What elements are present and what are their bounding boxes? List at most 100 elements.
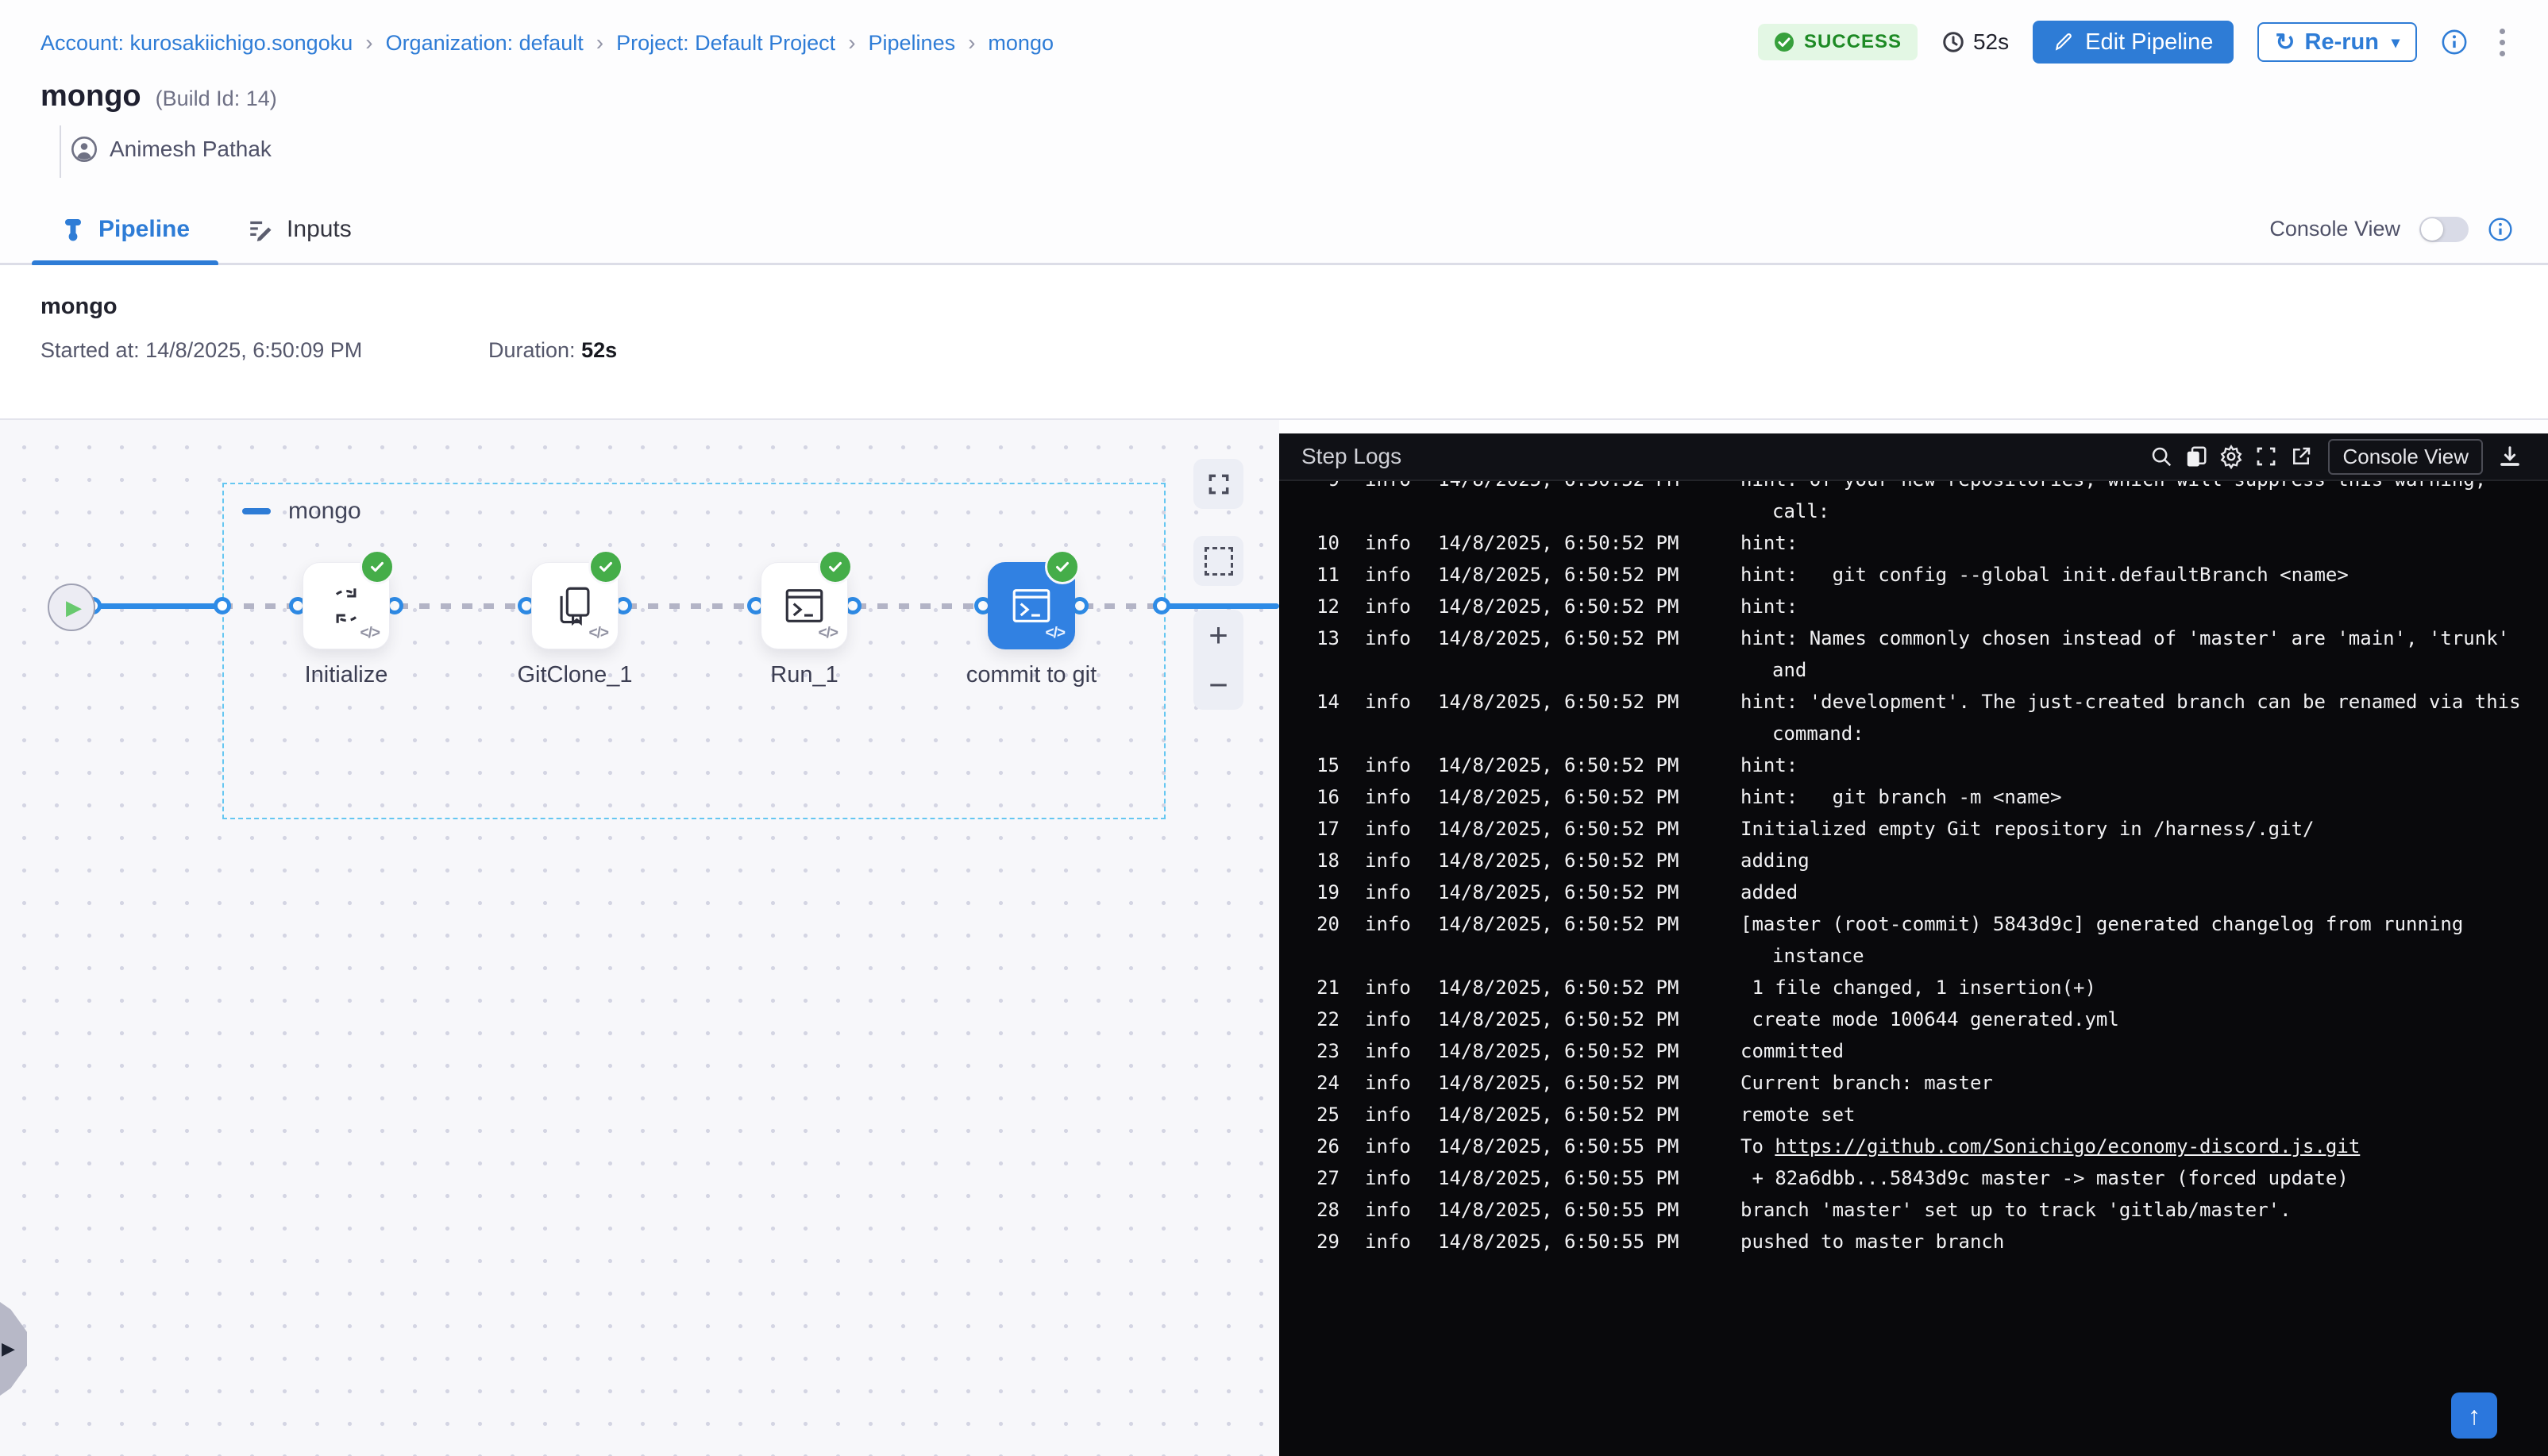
log-level: info (1365, 1162, 1413, 1194)
zoom-in-button[interactable]: + (1193, 610, 1243, 660)
console-view-toggle[interactable] (2419, 217, 2469, 242)
log-line-number: 23 (1311, 1035, 1340, 1067)
log-level: info (1365, 527, 1413, 559)
console-view-button[interactable]: Console View (2328, 439, 2483, 475)
console-view-info-icon[interactable] (2488, 217, 2513, 242)
log-timestamp: 14/8/2025, 6:50:52 PM (1438, 908, 1700, 940)
log-row: 13info14/8/2025, 6:50:52 PMhint: Names c… (1279, 622, 2548, 654)
breadcrumb-item[interactable]: mongo (988, 31, 1054, 56)
author-name: Animesh Pathak (110, 137, 272, 162)
log-line-number: 16 (1311, 781, 1340, 813)
more-menu-icon[interactable] (2492, 25, 2513, 60)
log-timestamp: 14/8/2025, 6:50:55 PM (1438, 1226, 1700, 1258)
breadcrumb-item[interactable]: Organization: default (386, 31, 584, 56)
step-success-icon (588, 549, 623, 584)
code-icon: </> (589, 625, 608, 642)
pipeline-start-node[interactable]: ▶ (48, 584, 95, 631)
tab-bar: Pipeline Inputs Console View (0, 195, 2548, 265)
step-run_1[interactable]: </>Run_1 (761, 562, 848, 649)
left-drawer-handle[interactable]: ▶ (0, 1302, 27, 1396)
log-row: 15info14/8/2025, 6:50:52 PMhint: (1279, 749, 2548, 781)
stage-name: mongo (40, 294, 118, 320)
connector-node-dot (214, 597, 231, 614)
canvas-zoom-controls: + − (1193, 610, 1243, 710)
breadcrumb-separator: › (848, 30, 855, 56)
clock-icon (1941, 30, 1965, 54)
connector-line (856, 603, 983, 609)
breadcrumb-item[interactable]: Project: Default Project (616, 31, 835, 56)
log-message: Current branch: master (1740, 1067, 1993, 1099)
log-row: 28info14/8/2025, 6:50:55 PMbranch 'maste… (1279, 1194, 2548, 1226)
log-message: hint: (1740, 749, 1798, 781)
log-output[interactable]: 9info14/8/2025, 6:50:52 PMhint: of your … (1279, 481, 2548, 1456)
breadcrumb-item[interactable]: Pipelines (869, 31, 956, 56)
log-level: info (1365, 559, 1413, 591)
log-row: 27info14/8/2025, 6:50:55 PM + 82a6dbb...… (1279, 1162, 2548, 1194)
connector-line (626, 603, 756, 609)
rerun-button[interactable]: ↻ Re-run ▾ (2257, 22, 2417, 62)
log-level: info (1365, 876, 1413, 908)
log-timestamp: 14/8/2025, 6:50:52 PM (1438, 813, 1700, 845)
log-line-number: 22 (1311, 1003, 1340, 1035)
log-level: info (1365, 972, 1413, 1003)
canvas-marquee-select-button[interactable] (1193, 536, 1243, 586)
log-level: info (1365, 1035, 1413, 1067)
connector-line (93, 603, 222, 609)
log-repo-link[interactable]: https://github.com/Sonichigo/economy-dis… (1775, 1135, 2360, 1157)
header-actions: SUCCESS 52s Edit Pipeline ↻ Re-run ▾ (1758, 21, 2513, 64)
step-gitclone_1[interactable]: </>GitClone_1 (531, 562, 619, 649)
step-success-icon (360, 549, 395, 584)
canvas-fullscreen-button[interactable] (1193, 459, 1243, 509)
stage-collapse-control[interactable]: mongo (242, 498, 361, 525)
console-view-label: Console View (2269, 217, 2400, 241)
copy-logs-icon[interactable] (2179, 439, 2214, 474)
log-line-number: 26 (1311, 1131, 1340, 1162)
log-line-number: 11 (1311, 559, 1340, 591)
log-timestamp: 14/8/2025, 6:50:52 PM (1438, 1099, 1700, 1131)
step-initialize[interactable]: </>Initialize (303, 562, 390, 649)
git-clone-icon (552, 583, 598, 629)
step-commit-to-git[interactable]: </>commit to git (988, 562, 1075, 649)
zoom-out-button[interactable]: − (1193, 660, 1243, 710)
user-avatar-icon (71, 137, 97, 162)
open-external-icon[interactable] (2284, 439, 2319, 474)
log-timestamp: 14/8/2025, 6:50:55 PM (1438, 1194, 1700, 1226)
log-line-number: 21 (1311, 972, 1340, 1003)
log-line-number: 14 (1311, 686, 1340, 718)
log-level: info (1365, 813, 1413, 845)
pipeline-canvas[interactable]: mongo ▶ </>Initialize </>GitClone_1 </>Run… (0, 420, 1279, 1456)
status-badge: SUCCESS (1758, 24, 1918, 60)
log-level: info (1365, 686, 1413, 718)
log-line-number: 10 (1311, 527, 1340, 559)
log-row: 21info14/8/2025, 6:50:52 PM 1 file chang… (1279, 972, 2548, 1003)
log-settings-gear-icon[interactable] (2214, 439, 2249, 474)
log-message: pushed to master branch (1740, 1226, 2004, 1258)
log-row: 11info14/8/2025, 6:50:52 PMhint: git con… (1279, 559, 2548, 591)
tab-pipeline[interactable]: Pipeline (32, 195, 218, 263)
log-fullscreen-icon[interactable] (2249, 439, 2284, 474)
log-timestamp: 14/8/2025, 6:50:55 PM (1438, 1131, 1700, 1162)
log-level: info (1365, 908, 1413, 940)
scroll-to-top-button[interactable]: ↑ (2451, 1392, 2497, 1439)
log-row: 14info14/8/2025, 6:50:52 PMhint: 'develo… (1279, 686, 2548, 718)
edit-pipeline-button[interactable]: Edit Pipeline (2033, 21, 2234, 64)
build-title-row: mongo (Build Id: 14) (40, 79, 277, 114)
log-level: info (1365, 1131, 1413, 1162)
log-row: 19info14/8/2025, 6:50:52 PMadded (1279, 876, 2548, 908)
breadcrumb-item[interactable]: Account: kurosakiichigo.songoku (40, 31, 353, 56)
log-level: info (1365, 622, 1413, 654)
breadcrumb-separator: › (596, 30, 603, 56)
log-row: 29info14/8/2025, 6:50:55 PMpushed to mas… (1279, 1226, 2548, 1258)
info-icon[interactable] (2441, 29, 2468, 56)
log-message: 1 file changed, 1 insertion(+) (1740, 972, 2096, 1003)
download-logs-icon[interactable] (2492, 439, 2527, 474)
breadcrumb-separator: › (968, 30, 975, 56)
log-level: info (1365, 781, 1413, 813)
success-check-icon (1774, 32, 1794, 52)
log-level: info (1365, 1003, 1413, 1035)
search-icon[interactable] (2144, 439, 2179, 474)
log-timestamp: 14/8/2025, 6:50:52 PM (1438, 686, 1700, 718)
tab-inputs[interactable]: Inputs (218, 195, 380, 263)
pencil-icon (2053, 32, 2074, 52)
log-row-continuation: command: (1279, 718, 2548, 749)
